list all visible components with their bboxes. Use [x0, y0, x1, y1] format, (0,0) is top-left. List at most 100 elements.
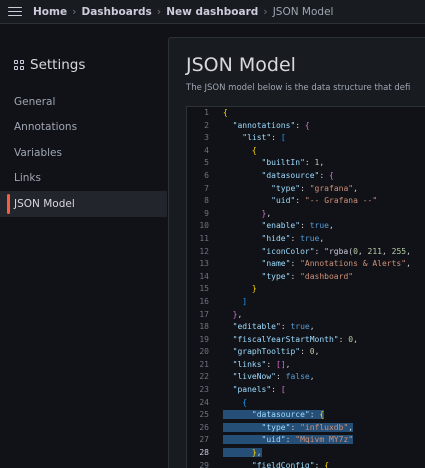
- line-number: 1: [204, 108, 209, 117]
- sidebar-item-general[interactable]: General: [0, 89, 167, 115]
- code-text[interactable]: "type": "influxdb",: [223, 422, 354, 432]
- line-number: 19: [199, 334, 209, 344]
- line-number: 24: [199, 397, 209, 407]
- code-line[interactable]: 26 "type": "influxdb",: [187, 422, 425, 435]
- code-line[interactable]: 19 "fiscalYearStartMonth": 0,: [187, 334, 425, 347]
- settings-sidebar: Settings General Annotations Variables Link…: [0, 25, 167, 468]
- line-number: 17: [199, 309, 209, 319]
- breadcrumb-item-json-model: JSON Model: [272, 5, 334, 18]
- code-text[interactable]: "name": "Annotations & Alerts",: [223, 259, 411, 268]
- code-line[interactable]: 16 ]: [187, 296, 425, 309]
- code-line[interactable]: 8 "uid": "-- Grafana --": [187, 195, 425, 208]
- code-line[interactable]: 4 {: [187, 145, 425, 158]
- page-description: The JSON model below is the data structu…: [186, 83, 411, 93]
- code-text[interactable]: "type": "grafana",: [223, 184, 358, 193]
- code-text[interactable]: "type": "dashboard": [223, 272, 354, 281]
- code-text[interactable]: "annotations": {: [223, 121, 310, 130]
- code-line[interactable]: 22 "liveNow": false,: [187, 371, 425, 384]
- breadcrumb-separator-icon: ›: [263, 5, 268, 18]
- line-number: 9: [204, 208, 209, 218]
- code-line[interactable]: 5 "builtIn": 1,: [187, 157, 425, 170]
- sidebar-item-variables[interactable]: Variables: [0, 140, 167, 166]
- sidebar-item-annotations[interactable]: Annotations: [0, 115, 167, 141]
- json-model-panel: JSON Model The JSON model below is the d…: [168, 37, 425, 468]
- code-text[interactable]: }: [223, 284, 257, 293]
- line-number: 29: [199, 460, 209, 468]
- code-line[interactable]: 20 "graphTooltip": 0,: [187, 346, 425, 359]
- line-number: 18: [199, 322, 209, 332]
- code-line[interactable]: 28 },: [187, 447, 425, 460]
- settings-nav: General Annotations Variables Links JSON Mod…: [0, 89, 167, 217]
- settings-grid-icon: [14, 60, 24, 70]
- code-line[interactable]: 17 },: [187, 309, 425, 322]
- code-text[interactable]: },: [223, 448, 262, 458]
- line-number: 5: [204, 158, 209, 168]
- breadcrumb-item-home[interactable]: Home: [33, 6, 67, 18]
- code-text[interactable]: "list": [: [223, 133, 285, 142]
- code-text[interactable]: {: [223, 108, 228, 117]
- code-text[interactable]: "enable": true,: [223, 221, 334, 230]
- line-number: 14: [199, 271, 209, 281]
- code-line[interactable]: 3 "list": [: [187, 132, 425, 145]
- code-line[interactable]: 24 {: [187, 397, 425, 410]
- code-line[interactable]: 27 "uid": "Mqivm MY7z": [187, 434, 425, 447]
- code-line[interactable]: 10 "enable": true,: [187, 220, 425, 233]
- code-line[interactable]: 15 }: [187, 283, 425, 296]
- line-number: 20: [199, 347, 209, 357]
- code-line[interactable]: 12 "iconColor": "rgba(0, 211, 255,: [187, 246, 425, 259]
- line-number: 3: [204, 133, 209, 143]
- breadcrumb-item-dashboards[interactable]: Dashboards: [81, 6, 151, 18]
- line-number: 12: [199, 246, 209, 256]
- line-number: 13: [199, 259, 209, 269]
- code-text[interactable]: "datasource": {: [223, 410, 325, 420]
- breadcrumb: Home › Dashboards › New dashboard › JSON Model: [33, 5, 333, 18]
- line-number: 15: [199, 284, 209, 294]
- code-text[interactable]: "fiscalYearStartMonth": 0,: [223, 335, 358, 344]
- code-text[interactable]: "uid": "Mqivm MY7z": [223, 435, 354, 445]
- line-number: 22: [199, 372, 209, 382]
- code-text[interactable]: "uid": "-- Grafana --": [223, 196, 377, 205]
- code-line[interactable]: 13 "name": "Annotations & Alerts",: [187, 258, 425, 271]
- code-line[interactable]: 29 "fieldConfig": {: [187, 460, 425, 468]
- code-text[interactable]: "hide": true,: [223, 234, 325, 243]
- line-number: 25: [199, 410, 209, 420]
- top-nav-bar: Home › Dashboards › New dashboard › JSON Model: [0, 0, 425, 24]
- code-text[interactable]: {: [223, 398, 247, 407]
- breadcrumb-item-new-dashboard[interactable]: New dashboard: [166, 6, 258, 18]
- code-text[interactable]: "datasource": {: [223, 171, 334, 180]
- code-text[interactable]: ]: [223, 297, 247, 306]
- json-code-editor[interactable]: 1{2 "annotations": {3 "list": [4 {5 "bui…: [186, 106, 425, 468]
- code-line[interactable]: 23 "panels": [: [187, 384, 425, 397]
- line-number: 23: [199, 385, 209, 395]
- sidebar-item-links[interactable]: Links: [0, 166, 167, 192]
- code-text[interactable]: "iconColor": "rgba(0, 211, 255,: [223, 247, 411, 256]
- code-line[interactable]: 11 "hide": true,: [187, 233, 425, 246]
- code-line[interactable]: 14 "type": "dashboard": [187, 271, 425, 284]
- breadcrumb-separator-icon: ›: [72, 5, 77, 18]
- sidebar-item-json-model[interactable]: JSON Model: [0, 191, 167, 217]
- code-line[interactable]: 7 "type": "grafana",: [187, 183, 425, 196]
- line-number: 21: [199, 359, 209, 369]
- code-line[interactable]: 25 "datasource": {: [187, 409, 425, 422]
- code-line[interactable]: 9 },: [187, 208, 425, 221]
- code-line[interactable]: 21 "links": [],: [187, 359, 425, 372]
- code-text[interactable]: "panels": [: [223, 385, 286, 394]
- code-line[interactable]: 18 "editable": true,: [187, 321, 425, 334]
- code-text[interactable]: },: [223, 209, 272, 218]
- code-text[interactable]: {: [223, 146, 257, 155]
- code-text[interactable]: "editable": true,: [223, 322, 315, 331]
- code-text[interactable]: "liveNow": false,: [223, 372, 315, 381]
- code-text[interactable]: "links": [],: [223, 360, 291, 369]
- code-line[interactable]: 1{: [187, 107, 425, 120]
- code-text[interactable]: "builtIn": 1,: [223, 158, 325, 167]
- hamburger-menu-icon[interactable]: [8, 6, 22, 17]
- line-number: 8: [204, 196, 209, 206]
- code-line[interactable]: 6 "datasource": {: [187, 170, 425, 183]
- code-text[interactable]: "graphTooltip": 0,: [223, 347, 320, 356]
- code-text[interactable]: "fieldConfig": {: [223, 461, 329, 468]
- code-text[interactable]: },: [223, 310, 243, 319]
- line-number: 28: [199, 448, 209, 458]
- breadcrumb-separator-icon: ›: [156, 5, 162, 18]
- line-number: 27: [199, 435, 209, 445]
- code-line[interactable]: 2 "annotations": {: [187, 120, 425, 133]
